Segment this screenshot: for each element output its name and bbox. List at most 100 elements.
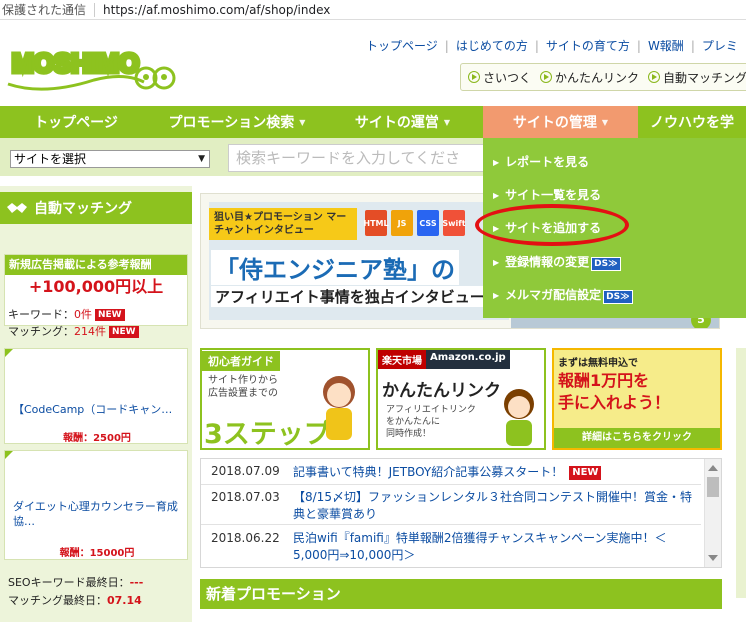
quick-link-auto-matching[interactable]: 自動マッチング <box>648 69 746 86</box>
news-row[interactable]: 2018.07.09 記事書いて特典！JETBOY紹介記事公募スタート！ NEW <box>201 459 701 485</box>
reference-reward-title: 新規広告掲載による参考報酬 <box>5 255 187 275</box>
promo-labels: 楽天市場 Amazon.co.jp <box>378 350 510 369</box>
promo-text-line: 同時作成！ <box>386 429 432 439</box>
ds-badge: DS≫ <box>591 257 621 271</box>
seo-last-day-value: --- <box>129 576 144 589</box>
top-link-home[interactable]: トップページ <box>366 39 438 53</box>
handshake-icon <box>7 203 27 213</box>
play-circle-icon <box>648 71 661 83</box>
css3-icon: CSS <box>417 210 439 236</box>
matching-count[interactable]: 214件 <box>74 325 106 338</box>
html5-icon: HTML <box>363 210 389 236</box>
logo-text-fill: MOSHIMO <box>12 48 139 78</box>
highlight-oval <box>475 204 629 246</box>
banner-subtitle: アフィリエイト事情を独占インタビュー！ <box>211 286 504 307</box>
play-circle-icon <box>540 71 553 83</box>
top-links: トップページ | はじめての方 | サイトの育て方 | W報酬 | プレミ <box>366 39 738 53</box>
news-row[interactable]: 2018.07.03 【8/15〆切】ファッションレンタル３社合同コンテスト開催… <box>201 485 701 525</box>
nav-label: ノウハウを学 <box>650 115 734 131</box>
news-row[interactable]: 2018.06.22 民泊wifi『famifi』特単報酬2倍獲得チャンスキャン… <box>201 525 701 567</box>
triangle-right-icon: ▶ <box>493 191 500 200</box>
menu-item-site-list[interactable]: ▶ サイト一覧を見る <box>493 186 601 203</box>
new-promotion-heading: 新着プロモーション <box>200 579 722 609</box>
top-link-premium[interactable]: プレミ <box>702 39 738 53</box>
news-title[interactable]: 【8/15〆切】ファッションレンタル３社合同コンテスト開催中！賞金・特典と豪華賞… <box>293 489 693 523</box>
menu-item-edit-registration[interactable]: ▶ 登録情報の変更 DS≫ <box>493 253 621 271</box>
promo-detail-link[interactable]: 詳細はこちらをクリック <box>554 428 720 448</box>
promo-text-line: 広告設置までの <box>208 388 278 399</box>
promo-text: アフィリエイトリンク をかんたんに 同時作成！ <box>386 404 476 440</box>
top-link-w-reward[interactable]: W報酬 <box>648 39 684 53</box>
menu-item-mail-magazine[interactable]: ▶ メルマガ配信設定 DS≫ <box>493 286 633 304</box>
scroll-down-icon[interactable] <box>708 555 718 561</box>
matching-last-day: マッチング最終日：07.14 <box>8 592 142 608</box>
nav-promotion-search[interactable]: プロモーション検索 ▼ <box>152 106 322 138</box>
matching-card-title[interactable]: 【CodeCamp（コードキャン… <box>13 401 172 417</box>
caret-down-icon: ▼ <box>601 117 609 127</box>
promo-easy-link[interactable]: 楽天市場 Amazon.co.jp かんたんリンク アフィリエイトリンク をかん… <box>376 348 546 450</box>
nav-site-management[interactable]: サイトの管理 ▼ <box>483 106 638 138</box>
site-select-value: サイトを選択 <box>14 152 87 166</box>
separator <box>94 2 96 17</box>
keyword-count[interactable]: 0件 <box>74 308 92 321</box>
address-bar[interactable]: 保護された通信 https://af.moshimo.com/af/shop/i… <box>0 0 746 20</box>
quick-link-saitsuku[interactable]: さいつく <box>468 69 531 86</box>
promo-big-text: 報酬1万円を 手に入れよう！ <box>558 370 670 414</box>
nav-home[interactable]: トップページ <box>0 106 152 138</box>
scroll-up-icon[interactable] <box>708 465 718 471</box>
news-title[interactable]: 民泊wifi『famifi』特単報酬2倍獲得チャンスキャンペーン実施中！＜5,0… <box>293 530 693 564</box>
nav-knowhow[interactable]: ノウハウを学 <box>638 106 746 138</box>
promo-text-line: サイト作りから <box>208 375 278 386</box>
site-header: MOSHIMO MOSHIMO トップページ | はじめての方 | サイトの育て方 | W報… <box>0 20 746 106</box>
matching-card[interactable]: ダイエット心理カウンセラー育成協… 報酬：15000円 <box>4 450 188 560</box>
menu-item-label: 登録情報の変更 <box>505 255 590 269</box>
matching-card-title[interactable]: ダイエット心理カウンセラー育成協… <box>13 499 183 529</box>
menu-item-report[interactable]: ▶ レポートを見る <box>493 153 589 170</box>
moshimo-logo[interactable]: MOSHIMO MOSHIMO <box>4 38 176 98</box>
page: 保護された通信 https://af.moshimo.com/af/shop/i… <box>0 0 746 622</box>
matching-card-reward: 報酬：2500円 <box>63 433 131 444</box>
promo-text-line: アフィリエイトリンク <box>386 405 476 415</box>
search-input[interactable]: 検索キーワードを入力してくださ <box>228 144 508 172</box>
nav-label: トップページ <box>34 115 118 131</box>
nav-label: サイトの運営 <box>354 115 439 131</box>
promo-reward[interactable]: まずは無料申込で 報酬1万円を 手に入れよう！ 詳細はこちらをクリック <box>552 348 722 450</box>
site-select[interactable]: サイトを選択 ▼ <box>10 150 210 168</box>
top-link-grow[interactable]: サイトの育て方 <box>546 39 630 53</box>
caret-down-icon: ▼ <box>299 117 306 127</box>
auto-matching-title: 自動マッチング <box>34 201 132 217</box>
news-title[interactable]: 記事書いて特典！JETBOY紹介記事公募スタート！ NEW <box>293 464 693 481</box>
javascript-icon: JS <box>391 210 413 236</box>
matching-card-reward: 報酬：15000円 <box>59 548 135 559</box>
quick-link-label: かんたんリンク <box>555 70 640 85</box>
nav-site-operation[interactable]: サイトの運営 ▼ <box>322 106 483 138</box>
swift-icon: Swift <box>442 210 466 236</box>
news-scrollbar[interactable] <box>704 459 721 567</box>
scroll-thumb[interactable] <box>707 477 719 497</box>
menu-item-label: メルマガ配信設定 <box>505 288 602 302</box>
url-text[interactable]: https://af.moshimo.com/af/shop/index <box>103 3 330 17</box>
news-list: 2018.07.09 記事書いて特典！JETBOY紹介記事公募スタート！ NEW … <box>200 458 722 568</box>
news-date: 2018.07.03 <box>211 490 280 504</box>
nav-label: プロモーション検索 <box>168 115 295 131</box>
new-badge: NEW <box>95 309 125 321</box>
quick-link-easy-link[interactable]: かんたんリンク <box>540 69 639 86</box>
caret-down-icon: ▼ <box>443 117 451 127</box>
top-link-beginner[interactable]: はじめての方 <box>456 39 528 53</box>
quick-link-label: さいつく <box>483 70 532 85</box>
play-circle-icon <box>468 71 480 83</box>
matching-last-day-label: マッチング最終日： <box>8 594 107 607</box>
promo-text: サイト作りから 広告設置までの <box>208 374 278 400</box>
girl-illustration-icon <box>323 376 355 440</box>
triangle-right-icon: ▶ <box>493 291 500 300</box>
matching-card[interactable]: 【CodeCamp（コードキャン… 報酬：2500円 <box>4 348 188 444</box>
right-column-edge <box>736 348 746 598</box>
news-date: 2018.07.09 <box>211 464 280 478</box>
promo-beginner-guide[interactable]: 初心者ガイド サイト作りから 広告設置までの 3ステップ <box>200 348 370 450</box>
ds-badge: DS≫ <box>603 290 633 304</box>
auto-matching-heading[interactable]: 自動マッチング <box>0 192 192 224</box>
new-badge: NEW <box>569 466 602 480</box>
reference-reward-amount: +100,000円以上 <box>28 277 164 296</box>
quick-link-label: 自動マッチング <box>663 70 746 85</box>
triangle-right-icon: ▶ <box>493 258 500 267</box>
